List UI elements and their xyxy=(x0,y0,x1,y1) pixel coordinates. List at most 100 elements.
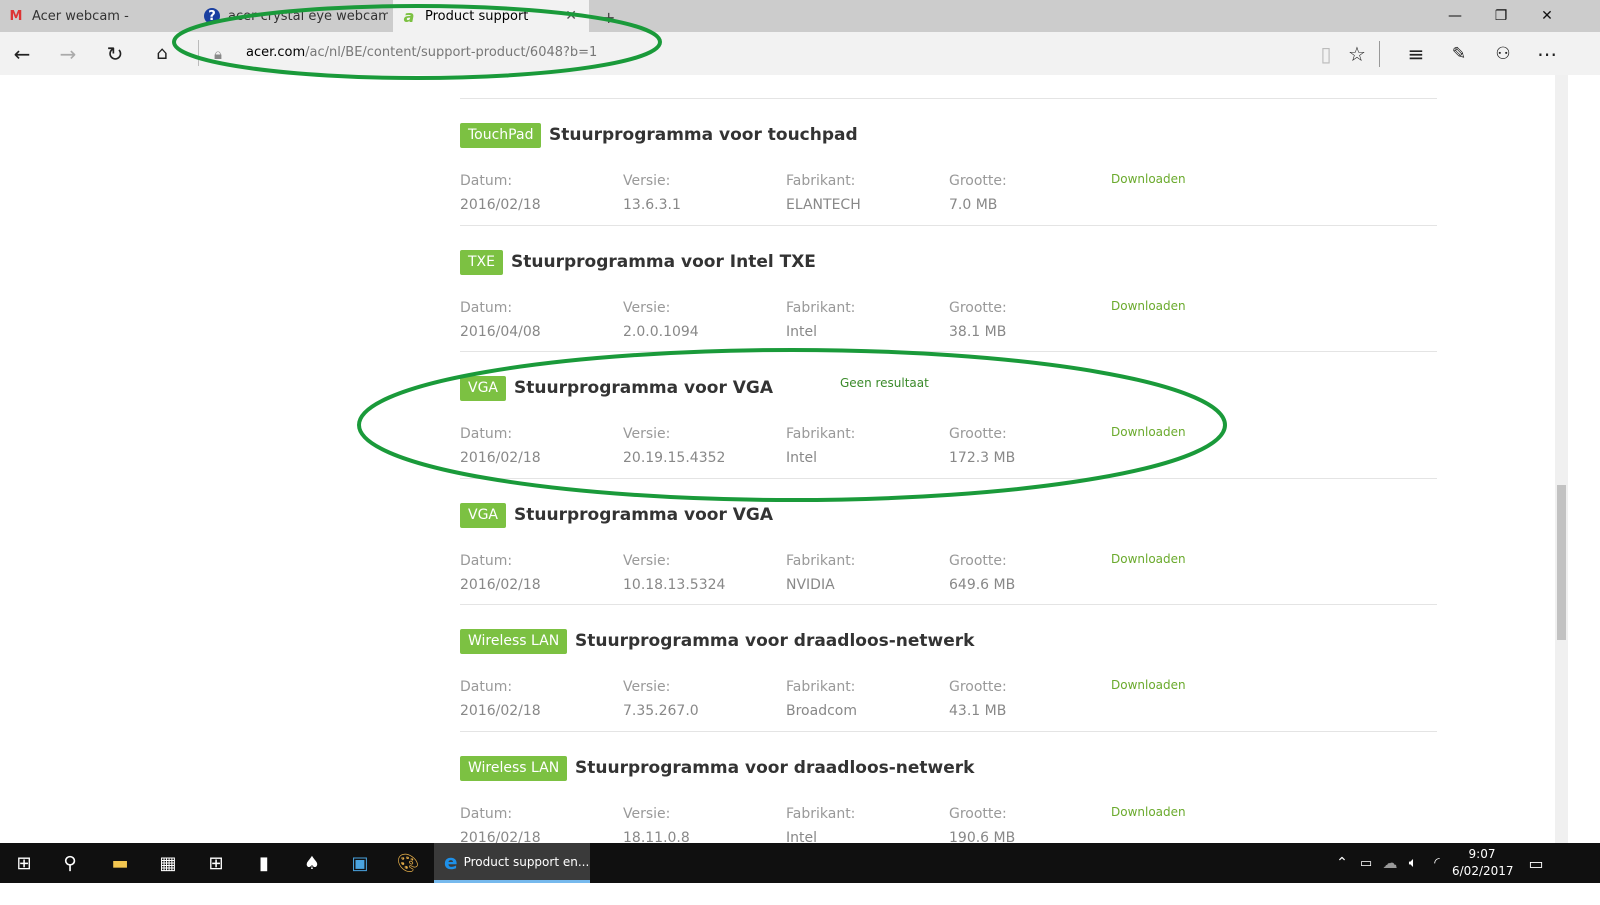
size-label: Grootte: xyxy=(949,426,1007,442)
version-value: 7.35.267.0 xyxy=(623,703,699,719)
edge-icon: e xyxy=(444,849,458,874)
download-link[interactable]: Downloaden xyxy=(1111,805,1186,819)
partial-row xyxy=(460,75,1437,76)
date-value: 2016/04/08 xyxy=(460,323,541,340)
date-value: 2016/02/18 xyxy=(460,703,541,719)
page-content: TouchPad Stuurprogramma voor touchpad Datu… xyxy=(0,75,1555,843)
maker-label: Fabrikant: xyxy=(786,299,856,316)
file-explorer-icon[interactable]: ▬ xyxy=(96,843,144,883)
navigation-bar: ← → ↻ ⌂ 🔒︎ acer.com/ac/nl/BE/content/sup… xyxy=(0,32,1600,75)
maker-label: Fabrikant: xyxy=(786,805,856,822)
store-icon[interactable]: ⊞ xyxy=(192,843,240,883)
version-value: 2.0.0.1094 xyxy=(623,323,699,340)
taskbar-edge-app[interactable]: e Product support en... xyxy=(434,843,590,883)
category-badge: Wireless LAN xyxy=(460,755,568,781)
paint-icon[interactable]: 🎨︎ xyxy=(384,843,432,883)
refresh-icon[interactable]: ↻ xyxy=(93,32,137,75)
clock-time: 9:07 xyxy=(1468,847,1496,861)
size-value: 190.6 MB xyxy=(949,829,1016,844)
maker-label: Fabrikant: xyxy=(786,426,856,442)
date-value: 2016/02/18 xyxy=(460,829,541,844)
home-icon[interactable]: ⌂ xyxy=(140,32,184,75)
driver-title: Stuurprogramma voor VGA xyxy=(514,378,774,398)
category-badge: VGA xyxy=(460,502,507,528)
forward-icon[interactable]: → xyxy=(46,32,90,75)
size-label: Grootte: xyxy=(949,552,1007,569)
maker-label: Fabrikant: xyxy=(786,173,856,189)
no-result-note: Geen resultaat xyxy=(840,376,929,390)
tab-label: Product support xyxy=(425,8,529,24)
date-label: Datum: xyxy=(460,299,513,316)
date-label: Datum: xyxy=(460,426,513,442)
version-label: Versie: xyxy=(623,679,671,695)
maker-value: Intel xyxy=(786,450,817,466)
close-tab-icon[interactable]: ✕ xyxy=(565,8,577,24)
favorite-star-icon[interactable]: ☆ xyxy=(1335,32,1379,75)
driver-title: Stuurprogramma voor touchpad xyxy=(549,125,858,145)
driver-row: VGA Stuurprogramma voor VGA Geen resultaat… xyxy=(460,351,1437,478)
driver-title: Stuurprogramma voor draadloos-netwerk xyxy=(575,631,975,651)
maker-value: ELANTECH xyxy=(786,197,861,213)
size-value: 43.1 MB xyxy=(949,703,1007,719)
category-badge: VGA xyxy=(460,376,507,401)
download-link[interactable]: Downloaden xyxy=(1111,552,1186,566)
scrollbar-thumb[interactable] xyxy=(1557,485,1566,640)
close-window-button[interactable]: ✕ xyxy=(1524,0,1570,32)
lock-icon: 🔒︎ xyxy=(214,44,222,63)
download-link[interactable]: Downloaden xyxy=(1111,678,1186,692)
driver-row: VGA Stuurprogramma voor VGA Datum: 2016/02/… xyxy=(460,477,1437,605)
category-badge: TouchPad xyxy=(460,123,542,148)
address-bar[interactable]: acer.com/ac/nl/BE/content/support-produc… xyxy=(246,45,597,60)
version-label: Versie: xyxy=(623,426,671,442)
driver-row: Wireless LAN Stuurprogramma voor draadloo… xyxy=(460,730,1437,844)
driver-row: TouchPad Stuurprogramma voor touchpad Datu… xyxy=(460,98,1437,225)
version-label: Versie: xyxy=(623,299,671,316)
driver-row: TXE Stuurprogramma voor Intel TXE Datum: 20… xyxy=(460,224,1437,352)
size-label: Grootte: xyxy=(949,173,1007,189)
version-value: 18.11.0.8 xyxy=(623,829,690,844)
mahjong-icon[interactable]: ▮ xyxy=(240,843,288,883)
taskbar: ⊞ ⚲ ▬ ▦ ⊞ ▮ ♠ ▣ 🎨︎ e Product support en..… xyxy=(0,843,1600,883)
new-tab-button[interactable]: + xyxy=(602,8,615,27)
search-icon[interactable]: ⚲ xyxy=(46,843,94,883)
date-label: Datum: xyxy=(460,173,513,189)
scrollbar[interactable] xyxy=(1555,75,1568,843)
divider xyxy=(1379,41,1380,67)
maker-label: Fabrikant: xyxy=(786,552,856,569)
solitaire-icon[interactable]: ♠ xyxy=(288,843,336,883)
driver-title: Stuurprogramma voor draadloos-netwerk xyxy=(575,757,975,778)
question-icon: ? xyxy=(204,8,220,24)
download-link[interactable]: Downloaden xyxy=(1111,172,1186,186)
url-host: acer.com xyxy=(246,45,306,60)
gmail-icon: M xyxy=(9,8,23,24)
maker-value: NVIDIA xyxy=(786,576,835,593)
restore-button[interactable]: ❐ xyxy=(1478,0,1524,32)
tab-product-support[interactable]: a Product support ✕ xyxy=(393,0,589,32)
back-icon[interactable]: ← xyxy=(0,32,44,75)
version-value: 13.6.3.1 xyxy=(623,197,681,213)
start-icon[interactable]: ⊞ xyxy=(0,843,48,883)
minimize-button[interactable]: — xyxy=(1432,0,1478,32)
version-value: 10.18.13.5324 xyxy=(623,576,726,593)
more-icon[interactable]: ⋯ xyxy=(1525,32,1569,75)
hub-icon[interactable]: ≡ xyxy=(1394,32,1438,75)
version-label: Versie: xyxy=(623,552,671,569)
action-center-icon[interactable]: ▭ xyxy=(1512,843,1560,883)
tab-gmail[interactable]: M Acer webcam - xyxy=(0,0,195,32)
download-link[interactable]: Downloaden xyxy=(1111,299,1186,313)
clock[interactable]: 9:07 6/02/2017 xyxy=(1452,846,1514,880)
calculator-icon[interactable]: ▦ xyxy=(144,843,192,883)
date-label: Datum: xyxy=(460,552,513,569)
date-value: 2016/02/18 xyxy=(460,197,541,213)
maker-value: Intel xyxy=(786,829,817,844)
driver-title: Stuurprogramma voor Intel TXE xyxy=(511,251,816,272)
download-link[interactable]: Downloaden xyxy=(1111,425,1186,439)
web-note-icon[interactable]: ✎ xyxy=(1437,32,1481,75)
maker-value: Intel xyxy=(786,323,817,340)
tab-bar: M Acer webcam - ? acer crystal eye webcam … xyxy=(0,0,1600,32)
share-icon[interactable]: ⚇ xyxy=(1481,32,1525,75)
version-label: Versie: xyxy=(623,173,671,189)
tab-question[interactable]: ? acer crystal eye webcam de xyxy=(196,0,392,32)
app-icon[interactable]: ▣ xyxy=(336,843,384,883)
size-label: Grootte: xyxy=(949,679,1007,695)
